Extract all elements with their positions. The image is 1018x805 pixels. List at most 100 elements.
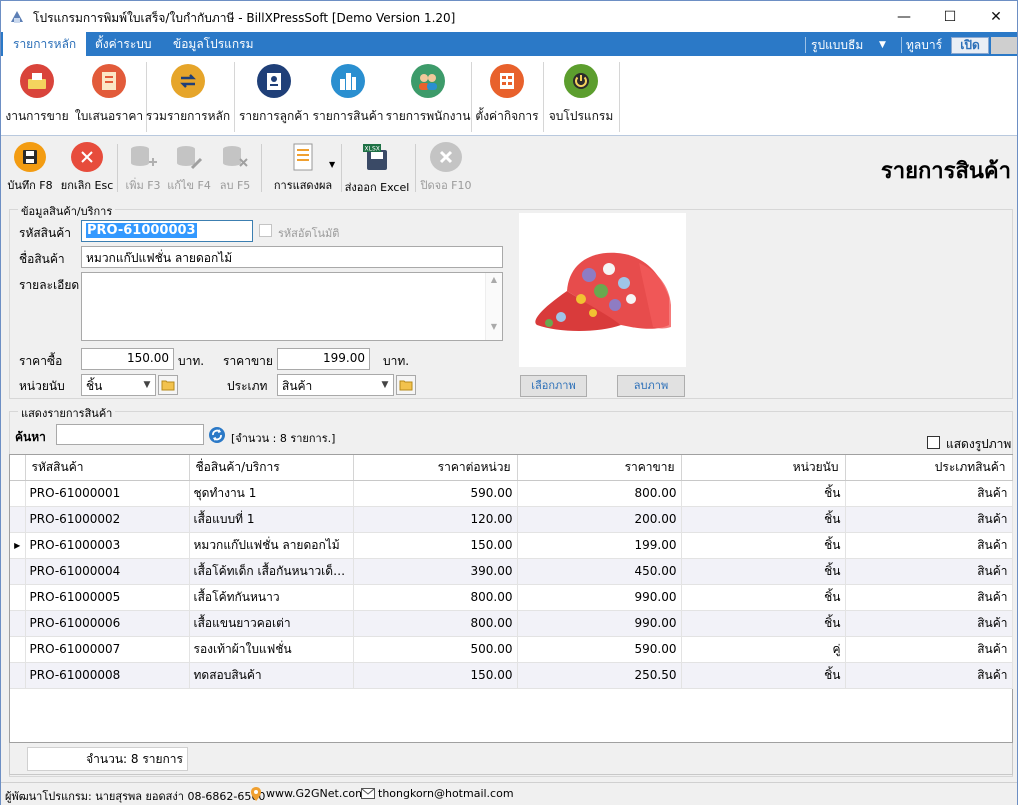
search-input[interactable] <box>56 424 204 445</box>
products-button[interactable]: รายการสินค้า <box>313 62 383 128</box>
column-header-unit-price[interactable]: ราคาต่อหน่วย <box>353 455 518 481</box>
table-header-row: รหัสสินค้า ชื่อสินค้า/บริการ ราคาต่อหน่ว… <box>10 455 1013 481</box>
choose-image-button[interactable]: เลือกภาพ <box>520 375 587 397</box>
cell-name: เสื้อโค้ทเด็ก เสื้อกันหนาวเด็ก ... <box>189 558 354 585</box>
location-pin-icon <box>250 786 262 805</box>
type-select[interactable]: สินค้า ▼ <box>277 374 394 396</box>
title-bar: โปรแกรมการพิมพ์ใบเสร็จ/ใบกำกับภาษี - Bil… <box>1 1 1017 32</box>
summary-button[interactable]: รวมรายการหลัก <box>146 62 230 128</box>
developer-info: ผู้พัฒนาโปรแกรม: นายสุรพล ยอดสง่า 08-686… <box>5 790 266 803</box>
cell-unit-price: 150.00 <box>353 662 518 689</box>
table-row[interactable]: PRO-61000007 รองเท้าผ้าใบแฟชั่น 500.00 590.… <box>10 636 1013 663</box>
cell-sell-price: 200.00 <box>517 506 682 533</box>
refresh-button[interactable] <box>206 425 227 445</box>
row-header[interactable]: ▶ <box>10 532 26 559</box>
save-button[interactable]: บันทึก F8 <box>5 142 55 194</box>
column-header-sell-price[interactable]: ราคาขาย <box>517 455 682 481</box>
cell-sell-price: 450.00 <box>517 558 682 585</box>
delete-button[interactable]: ลบ F5 <box>213 142 257 194</box>
row-header[interactable] <box>10 558 26 585</box>
search-label: ค้นหา <box>15 430 46 444</box>
product-info-group-title: ข้อมูลสินค้า/บริการ <box>18 202 116 220</box>
quotation-button[interactable]: ใบเสนอราคา <box>73 62 145 128</box>
exit-program-button[interactable]: จบโปรแกรม <box>547 62 615 128</box>
toolbar-toggle-button[interactable]: เปิด <box>951 37 989 54</box>
tab-main-items[interactable]: รายการหลัก <box>3 32 87 58</box>
close-screen-button[interactable]: ปิดจอ F10 <box>419 142 473 194</box>
show-image-checkbox[interactable] <box>927 436 940 449</box>
cell-type: สินค้า <box>845 662 1013 689</box>
email-link[interactable]: thongkorn@hotmail.com <box>378 787 514 800</box>
row-header[interactable] <box>10 480 26 507</box>
edit-button[interactable]: แก้ไข F4 <box>167 142 211 194</box>
product-code-input[interactable]: PRO-61000003 <box>81 220 253 242</box>
cell-code: PRO-61000005 <box>25 584 190 611</box>
table-row[interactable]: PRO-61000006 เสื้อแขนยาวคอเต่า 800.00 990.0… <box>10 610 1013 637</box>
row-header[interactable] <box>10 662 26 689</box>
cancel-button[interactable]: ยกเลิก Esc <box>59 142 115 194</box>
cell-code: PRO-61000003 <box>25 532 190 559</box>
sell-baht-label: บาท. <box>383 354 410 368</box>
cell-name: เสื้อโค้ทกันหนาว <box>189 584 354 611</box>
database-delete-icon <box>219 142 251 172</box>
table-row[interactable]: PRO-61000005 เสื้อโค้ทกันหนาว 800.00 990.00… <box>10 584 1013 611</box>
auto-code-checkbox[interactable] <box>259 224 272 237</box>
theme-dropdown-icon[interactable]: ▼ <box>879 36 886 54</box>
table-row[interactable]: PRO-61000001 ชุดทำงาน 1 590.00 800.00 ชิ้น สิ… <box>10 480 1013 507</box>
cell-type: สินค้า <box>845 610 1013 637</box>
tab-system-settings[interactable]: ตั้งค่าระบบ <box>85 32 162 56</box>
cell-sell-price: 199.00 <box>517 532 682 559</box>
detail-scrollbar[interactable]: ▲ ▼ <box>485 273 502 340</box>
customers-button[interactable]: รายการลูกค้า <box>239 62 309 128</box>
database-edit-icon <box>173 142 205 172</box>
tab-program-info[interactable]: ข้อมูลโปรแกรม <box>163 32 264 56</box>
column-header-name[interactable]: ชื่อสินค้า/บริการ <box>189 455 354 481</box>
minimize-button[interactable]: — <box>881 1 927 32</box>
cell-name: เสื้อแบบที่ 1 <box>189 506 354 533</box>
type-folder-button[interactable] <box>396 375 416 395</box>
cell-name: รองเท้าผ้าใบแฟชั่น <box>189 636 354 663</box>
product-detail-textarea[interactable] <box>81 272 503 341</box>
product-city-icon <box>331 64 365 98</box>
folder-icon <box>399 380 413 391</box>
auto-code-label: รหัสอัตโนมัติ <box>278 227 340 240</box>
website-link[interactable]: www.G2GNet.com <box>266 787 366 800</box>
unit-label: หน่วยนับ <box>19 379 65 393</box>
email-icon <box>361 788 375 802</box>
theme-menu[interactable]: รูปแบบธีม <box>811 36 863 54</box>
footer-count: จำนวน: 8 รายการ <box>27 747 188 771</box>
display-options-button[interactable]: การแสดงผล ▼ <box>265 142 341 194</box>
sales-button[interactable]: งานการขาย <box>5 62 69 128</box>
cash-register-icon <box>20 64 54 98</box>
row-header[interactable] <box>10 636 26 663</box>
toolbar: บันทึก F8 ยกเลิก Esc เพิ่ม F3 แก้ไข F4 ล… <box>1 138 1017 198</box>
employees-button[interactable]: รายการพนักงาน <box>386 62 470 128</box>
cost-baht-label: บาท. <box>178 354 205 368</box>
table-row[interactable]: PRO-61000004 เสื้อโค้ทเด็ก เสื้อกันหนาวเด… <box>10 558 1013 585</box>
sell-price-input[interactable]: 199.00 <box>277 348 370 370</box>
cell-unit-price: 800.00 <box>353 610 518 637</box>
row-header[interactable] <box>10 506 26 533</box>
maximize-button[interactable]: ☐ <box>927 1 973 32</box>
column-header-unit[interactable]: หน่วยนับ <box>681 455 846 481</box>
product-name-input[interactable]: หมวกแก๊ปแฟชั่น ลายดอกไม้ <box>81 246 503 268</box>
toolbar-toggle-track[interactable] <box>991 37 1017 54</box>
column-header-code[interactable]: รหัสสินค้า <box>25 455 190 481</box>
table-row[interactable]: PRO-61000008 ทดสอบสินค้า 150.00 250.50 ชิ้นส… <box>10 662 1013 689</box>
business-settings-button[interactable]: ตั้งค่ากิจการ <box>473 62 541 128</box>
table-row[interactable]: ▶ PRO-61000003 หมวกแก๊ปแฟชั่น ลายดอกไม้ 150… <box>10 532 1013 559</box>
product-name-label: ชื่อสินค้า <box>19 252 65 266</box>
column-header-type[interactable]: ประเภทสินค้า <box>845 455 1013 481</box>
cost-price-input[interactable]: 150.00 <box>81 348 174 370</box>
export-excel-button[interactable]: XLSX ส่งออก Excel <box>343 142 411 194</box>
close-window-button[interactable]: ✕ <box>973 1 1018 32</box>
row-header[interactable] <box>10 584 26 611</box>
unit-select[interactable]: ชิ้น ▼ <box>81 374 156 396</box>
row-header[interactable] <box>10 610 26 637</box>
close-circle-icon <box>430 142 462 172</box>
table-row[interactable]: PRO-61000002 เสื้อแบบที่ 1 120.00 200.00 ชิ้… <box>10 506 1013 533</box>
ribbon-tab-bar: รายการหลัก ตั้งค่าระบบ ข้อมูลโปรแกรม รูป… <box>1 32 1017 58</box>
add-button[interactable]: เพิ่ม F3 <box>121 142 165 194</box>
unit-folder-button[interactable] <box>158 375 178 395</box>
delete-image-button[interactable]: ลบภาพ <box>617 375 685 397</box>
